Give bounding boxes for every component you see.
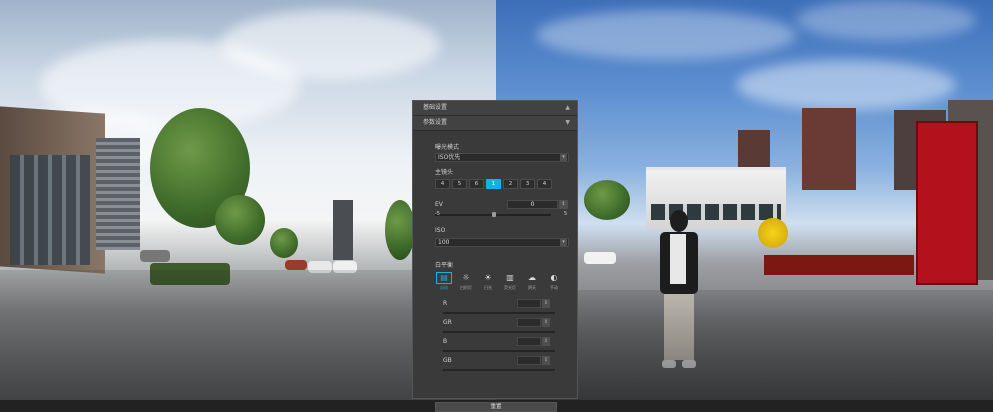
channel-label: R: [443, 300, 448, 307]
ev-min-label: -5: [435, 211, 440, 217]
white-balance-modes: ▤ 自动 ☼ 白炽灯 ☀ 日光 ▥ 荧光灯 ☁ 阴天 ◐ 手动: [435, 272, 563, 294]
lens-option-7[interactable]: 4: [537, 179, 552, 189]
channel-value-input[interactable]: [517, 337, 541, 346]
chevron-up-icon[interactable]: ▲: [565, 101, 570, 115]
section-basic-settings[interactable]: 基础设置 ▲: [413, 101, 577, 116]
wb-mode-label: 阴天: [528, 285, 536, 290]
car: [584, 252, 616, 264]
building: [802, 108, 856, 190]
car: [285, 260, 307, 270]
main-lens-selector: 4561234: [435, 179, 552, 189]
cloud: [220, 10, 440, 80]
daylight-icon: ☀: [484, 273, 492, 282]
decoration: [758, 218, 788, 248]
section-basic-label: 基础设置: [423, 104, 448, 111]
stepper-icon[interactable]: ⇕: [542, 299, 550, 308]
params-body: 曝光模式 ISO优先 ▾ 主镜头 4561234 EV 0 ⇕ -5 5 ISO…: [413, 130, 577, 412]
red-sign: [916, 121, 978, 285]
fluorescent-icon: ▥: [506, 273, 514, 282]
wb-mode-2[interactable]: ☼ 白炽灯: [457, 272, 475, 294]
exposure-mode-select[interactable]: ISO优先 ▾: [435, 153, 569, 162]
wb-mode-label: 荧光灯: [504, 285, 516, 290]
channel-value-input[interactable]: [517, 356, 541, 365]
channel-slider-track[interactable]: [443, 312, 555, 314]
cloud: [536, 10, 796, 60]
wb-mode-label: 白炽灯: [460, 285, 472, 290]
wb-mode-label: 手动: [550, 285, 558, 290]
dropdown-arrow-icon: ▾: [560, 239, 567, 246]
wb-mode-6[interactable]: ◐ 手动: [545, 272, 563, 294]
iso-select[interactable]: 100 ▾: [435, 238, 569, 247]
storefront: [764, 255, 914, 275]
chevron-down-icon[interactable]: ▼: [565, 116, 570, 130]
white-balance-label: 白平衡: [435, 262, 454, 269]
building: [96, 138, 140, 250]
incandescent-icon: ☼: [462, 273, 470, 282]
building: [333, 200, 353, 260]
lens-option-4[interactable]: 1: [486, 179, 501, 189]
section-params-label: 参数设置: [423, 119, 448, 126]
channel-value-input[interactable]: [517, 299, 541, 308]
cloudy-icon: ☁: [528, 273, 536, 282]
lens-option-5[interactable]: 2: [503, 179, 518, 189]
channel-label: GR: [443, 319, 452, 326]
lens-option-3[interactable]: 6: [469, 179, 484, 189]
iso-label: ISO: [435, 227, 446, 234]
settings-panel: 基础设置 ▲ 参数设置 ▼ 曝光模式 ISO优先 ▾ 主镜头 4561234 E…: [412, 100, 578, 412]
stepper-icon[interactable]: ⇕: [542, 337, 550, 346]
stepper-icon[interactable]: ⇕: [542, 356, 550, 365]
exposure-mode-value: ISO优先: [438, 154, 461, 161]
exposure-mode-label: 曝光模式: [435, 144, 460, 151]
dropdown-arrow-icon: ▾: [560, 154, 567, 161]
channel-slider-track[interactable]: [443, 369, 555, 371]
ev-max-label: 5: [564, 211, 568, 217]
wb-mode-4[interactable]: ▥ 荧光灯: [501, 272, 519, 294]
wb-mode-label: 自动: [440, 285, 448, 290]
wb-mode-1[interactable]: ▤ 自动: [435, 272, 453, 294]
channel-label: GB: [443, 357, 452, 364]
ev-slider-handle[interactable]: [492, 212, 496, 217]
lens-option-2[interactable]: 5: [452, 179, 467, 189]
cloud: [796, 0, 976, 40]
channel-value-input[interactable]: [517, 318, 541, 327]
stepper-icon[interactable]: ⇕: [542, 318, 550, 327]
wb-mode-5[interactable]: ☁ 阴天: [523, 272, 541, 294]
iso-value: 100: [438, 239, 450, 246]
channel-slider-track[interactable]: [443, 331, 555, 333]
car: [140, 250, 170, 262]
cloud: [736, 60, 956, 110]
auto-wb-icon: ▤: [436, 272, 452, 284]
ev-value-input[interactable]: 0: [507, 200, 558, 209]
ev-stepper-icon[interactable]: ⇕: [559, 200, 568, 209]
building-windows: [10, 155, 90, 265]
lens-option-1[interactable]: 4: [435, 179, 450, 189]
tree: [270, 228, 298, 258]
tree: [215, 195, 265, 245]
ev-label: EV: [435, 201, 443, 208]
wb-mode-label: 日光: [484, 285, 492, 290]
section-param-settings[interactable]: 参数设置 ▼: [413, 116, 577, 131]
channel-label: B: [443, 338, 448, 345]
main-lens-label: 主镜头: [435, 169, 454, 176]
reset-button[interactable]: 重置: [435, 402, 557, 412]
lens-option-6[interactable]: 3: [520, 179, 535, 189]
tree: [385, 200, 415, 260]
wb-mode-3[interactable]: ☀ 日光: [479, 272, 497, 294]
channel-slider-track[interactable]: [443, 350, 555, 352]
manual-wb-icon: ◐: [550, 273, 558, 282]
tree: [584, 180, 630, 220]
